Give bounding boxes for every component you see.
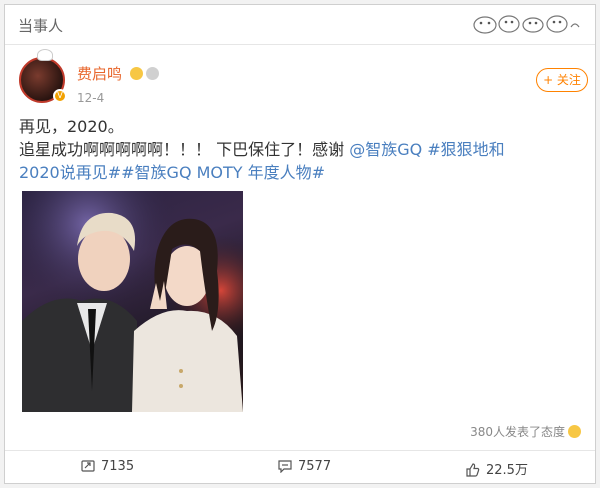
repost-icon	[81, 460, 95, 472]
like-button[interactable]: 22.5万	[466, 459, 528, 478]
post-text-line: 再见，2020。	[19, 117, 124, 136]
post-text-segment: 追星成功啊啊啊啊啊！！！ 下巴保住了！感谢	[19, 140, 350, 159]
post-photo[interactable]	[22, 191, 243, 412]
comment-button[interactable]: 7577	[278, 459, 331, 474]
user-badges	[130, 65, 162, 84]
weibo-post-card: 当事人 V 费启鸣 12-4 + 关注 再见，2020。 追星成功啊啊啊啊啊！！…	[4, 4, 596, 484]
hashtag-link[interactable]: 2020说再见#	[19, 163, 121, 182]
page-title: 当事人	[18, 17, 64, 35]
decorative-doodle-icon	[473, 15, 580, 34]
top-bar: 当事人	[5, 5, 595, 45]
post-text-line: 追星成功啊啊啊啊啊！！！ 下巴保住了！感谢 @智族GQ #狠狠地和	[19, 138, 579, 161]
comment-icon	[278, 460, 292, 474]
comment-count: 7577	[298, 459, 332, 474]
hashtag-link[interactable]: #狠狠地和	[422, 140, 504, 159]
post-date: 12-4	[77, 91, 105, 105]
cool-emoji-icon	[130, 67, 143, 80]
reaction-summary[interactable]: 380人发表了态度	[470, 423, 581, 440]
thumbs-up-icon	[466, 463, 480, 477]
smile-emoji-icon	[568, 425, 581, 438]
post-text: 再见，2020。 追星成功啊啊啊啊啊！！！ 下巴保住了！感谢 @智族GQ #狠狠…	[19, 115, 579, 184]
username[interactable]: 费启鸣	[77, 63, 122, 84]
verified-badge-icon: V	[53, 89, 67, 103]
avatar[interactable]: V	[19, 49, 67, 103]
reaction-count-text: 380人发表了态度	[470, 425, 565, 439]
post-text-line: 2020说再见##智族GQ MOTY 年度人物#	[19, 161, 579, 184]
hashtag-link[interactable]: #智族GQ MOTY 年度人物#	[121, 163, 325, 182]
like-count: 22.5万	[486, 463, 528, 478]
mention-link[interactable]: @智族GQ	[349, 140, 422, 159]
avatar-decoration-icon	[37, 49, 53, 61]
member-badge-icon	[146, 67, 159, 80]
repost-count: 7135	[101, 459, 135, 474]
repost-button[interactable]: 7135	[81, 459, 134, 474]
follow-button[interactable]: + 关注	[536, 68, 588, 92]
action-bar: 7135 7577 22.5万	[5, 450, 595, 484]
